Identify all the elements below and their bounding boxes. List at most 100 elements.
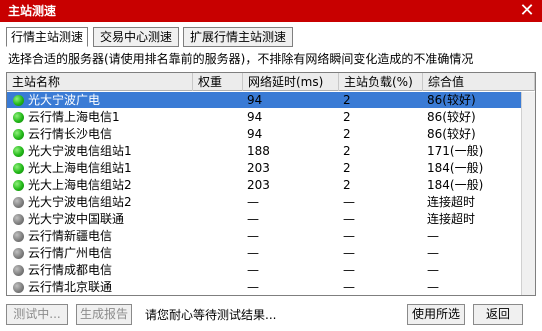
server-name: 光大宁波电信组站2	[28, 195, 132, 209]
latency-cell: 203	[247, 161, 270, 175]
load-cell: 2	[343, 144, 351, 158]
load-cell: —	[343, 229, 355, 243]
load-cell: 2	[343, 110, 351, 124]
weight-cell	[193, 160, 243, 176]
server-table: 主站名称 权重 网络延时(ms) 主站负载(%) 综合值 光大宁波广电 94 2 86…	[6, 72, 536, 296]
table-row[interactable]: 光大宁波电信组站1 188 2 171(一般)	[7, 143, 535, 159]
column-header-name[interactable]: 主站名称	[7, 73, 193, 91]
status-online-icon	[13, 129, 24, 140]
hint-text: 选择合适的服务器(请使用排名靠前的服务器)，不排除有网络瞬间变化造成的不准确情况	[8, 52, 474, 66]
testing-button[interactable]: 测试中...	[6, 304, 68, 325]
status-online-icon	[13, 163, 24, 174]
score-cell: —	[427, 246, 439, 260]
weight-cell	[193, 143, 243, 159]
column-header-load[interactable]: 主站负载(%)	[339, 73, 423, 91]
latency-cell: 94	[247, 127, 263, 141]
latency-cell: 203	[247, 178, 270, 192]
server-name-cell: 云行情上海电信1	[7, 109, 193, 125]
vertical-scrollbar[interactable]	[521, 92, 535, 295]
table-row[interactable]: 光大上海电信组站2 203 2 184(一般)	[7, 177, 535, 193]
server-name-cell: 光大宁波电信组站2	[7, 194, 193, 210]
status-offline-icon	[13, 265, 24, 276]
weight-cell	[193, 92, 243, 108]
score-cell: 连接超时	[427, 212, 476, 226]
close-icon[interactable]: ✕	[518, 2, 536, 20]
latency-cell: —	[247, 212, 259, 226]
load-cell: —	[343, 195, 355, 209]
use-selected-button[interactable]: 使用所选	[407, 304, 465, 325]
score-cell: —	[427, 229, 439, 243]
title-bar: 主站测速 ✕	[0, 0, 542, 22]
column-header-weight[interactable]: 权重	[193, 73, 243, 91]
weight-cell	[193, 279, 243, 295]
latency-cell: —	[247, 280, 259, 294]
latency-cell: —	[247, 195, 259, 209]
table-row[interactable]: 云行情长沙电信 94 2 86(较好)	[7, 126, 535, 142]
weight-cell	[193, 194, 243, 210]
server-name-cell: 光大宁波电信组站1	[7, 143, 193, 159]
server-name: 云行情成都电信	[28, 263, 113, 277]
load-cell: 2	[343, 127, 351, 141]
weight-cell	[193, 262, 243, 278]
server-name: 云行情广州电信	[28, 246, 113, 260]
server-name: 云行情长沙电信	[28, 127, 113, 141]
load-cell: —	[343, 280, 355, 294]
table-row[interactable]: 云行情北京联通 — — —	[7, 279, 535, 295]
server-name: 光大宁波广电	[28, 92, 101, 108]
weight-cell	[193, 177, 243, 193]
tab-quote-station-speed[interactable]: 行情主站测速	[6, 27, 88, 47]
server-name: 云行情北京联通	[28, 280, 113, 294]
score-cell: —	[427, 263, 439, 277]
server-name-cell: 云行情长沙电信	[7, 126, 193, 142]
table-header: 主站名称 权重 网络延时(ms) 主站负载(%) 综合值	[7, 73, 535, 91]
status-offline-icon	[13, 197, 24, 208]
score-cell: —	[427, 280, 439, 294]
tab-extended-quote-speed[interactable]: 扩展行情主站测速	[183, 27, 293, 47]
server-name-cell: 光大宁波中国联通	[7, 211, 193, 227]
server-name-cell: 光大上海电信组站2	[7, 177, 193, 193]
back-button[interactable]: 返回	[473, 304, 523, 325]
server-name: 云行情上海电信1	[28, 110, 120, 124]
server-name: 云行情新疆电信	[28, 229, 113, 243]
weight-cell	[193, 211, 243, 227]
weight-cell	[193, 126, 243, 142]
latency-cell: —	[247, 246, 259, 260]
load-cell: —	[343, 263, 355, 277]
generate-report-button[interactable]: 生成报告	[76, 304, 132, 325]
table-row[interactable]: 云行情上海电信1 94 2 86(较好)	[7, 109, 535, 125]
status-online-icon	[13, 112, 24, 123]
score-cell: 184(一般)	[427, 178, 484, 192]
latency-cell: 188	[247, 144, 270, 158]
weight-cell	[193, 228, 243, 244]
column-header-score[interactable]: 综合值	[423, 73, 535, 91]
status-online-icon	[13, 95, 24, 106]
status-offline-icon	[13, 231, 24, 242]
load-cell: 2	[343, 161, 351, 175]
score-cell: 86(较好)	[427, 93, 476, 107]
server-name: 光大宁波电信组站1	[28, 144, 132, 158]
weight-cell	[193, 109, 243, 125]
status-offline-icon	[13, 248, 24, 259]
table-row[interactable]: 光大宁波电信组站2 — — 连接超时	[7, 194, 535, 210]
status-online-icon	[13, 146, 24, 157]
score-cell: 86(较好)	[427, 127, 476, 141]
load-cell: 2	[343, 178, 351, 192]
table-row[interactable]: 光大宁波中国联通 — — 连接超时	[7, 211, 535, 227]
status-offline-icon	[13, 282, 24, 293]
score-cell: 184(一般)	[427, 161, 484, 175]
table-row[interactable]: 云行情成都电信 — — —	[7, 262, 535, 278]
table-row[interactable]: 光大上海电信组站1 203 2 184(一般)	[7, 160, 535, 176]
column-header-latency[interactable]: 网络延时(ms)	[243, 73, 339, 91]
tab-trade-center-speed[interactable]: 交易中心测速	[93, 27, 179, 47]
server-name-cell: 光大宁波广电	[7, 92, 193, 108]
server-name-cell: 云行情广州电信	[7, 245, 193, 261]
score-cell: 171(一般)	[427, 144, 484, 158]
server-name-cell: 光大上海电信组站1	[7, 160, 193, 176]
weight-cell	[193, 245, 243, 261]
table-row[interactable]: 云行情新疆电信 — — —	[7, 228, 535, 244]
wait-status-text: 请您耐心等待测试结果...	[145, 308, 277, 322]
table-row[interactable]: 光大宁波广电 94 2 86(较好)	[7, 92, 535, 108]
server-name: 光大宁波中国联通	[28, 212, 125, 226]
table-row[interactable]: 云行情广州电信 — — —	[7, 245, 535, 261]
latency-cell: 94	[247, 93, 263, 107]
